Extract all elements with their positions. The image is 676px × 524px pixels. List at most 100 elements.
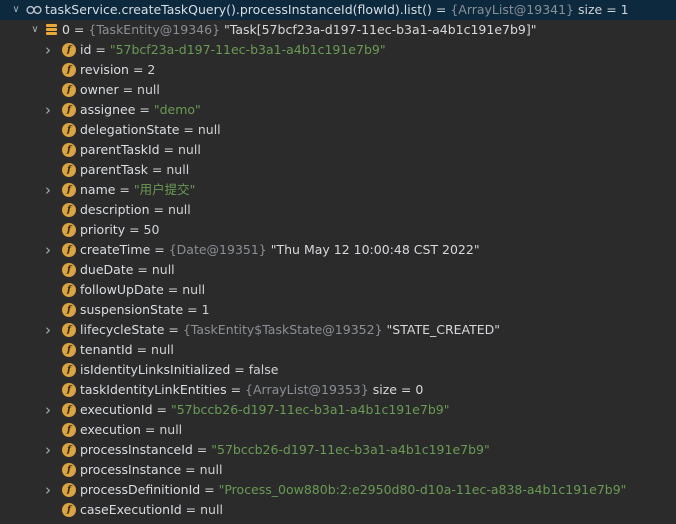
field-f-icon: f: [62, 223, 76, 237]
field-row-id[interactable]: › f id = "57bcf23a-d197-11ec-b3a1-a4b1c191…: [0, 40, 676, 60]
chevron-down-icon[interactable]: ∨: [29, 20, 41, 40]
field-row-execution[interactable]: f execution = null: [0, 420, 676, 440]
field-value: null: [167, 202, 191, 217]
field-value: null: [178, 142, 201, 157]
field-row-followUpDate[interactable]: f followUpDate = null: [0, 280, 676, 300]
equals-sign: =: [91, 42, 110, 57]
equals-sign: =: [230, 362, 249, 377]
field-f-icon: f: [62, 383, 76, 397]
equals-sign: =: [183, 302, 202, 317]
field-value: null: [159, 422, 183, 437]
field-name: createTime: [80, 242, 151, 257]
field-f-icon: f: [62, 163, 76, 177]
field-value: "57bccb26-d197-11ec-b3a1-a4b1c191e7b9": [211, 442, 490, 457]
watch-root-row[interactable]: ∨ taskService.createTaskQuery().processI…: [0, 0, 676, 20]
field-name: owner: [80, 82, 119, 97]
field-value: 50: [143, 222, 160, 237]
field-row-processDefinitionId[interactable]: › f processDefinitionId = "Process_0ow880b…: [0, 480, 676, 500]
element-ref: {TaskEntity@19346}: [88, 22, 221, 37]
field-f-icon: f: [62, 443, 76, 457]
equals-sign: =: [200, 482, 219, 497]
chevron-right-icon[interactable]: ›: [42, 100, 54, 120]
field-row-parentTaskId[interactable]: f parentTaskId = null: [0, 140, 676, 160]
field-row-executionId[interactable]: › f executionId = "57bccb26-d197-11ec-b3a1…: [0, 400, 676, 420]
field-name: name: [80, 182, 116, 197]
field-row-tenantId[interactable]: f tenantId = null: [0, 340, 676, 360]
chevron-right-icon[interactable]: ›: [42, 180, 54, 200]
watch-expression: taskService.createTaskQuery().processIns…: [45, 2, 432, 17]
field-name: assignee: [80, 102, 136, 117]
field-name: revision: [80, 62, 129, 77]
field-value: null: [151, 342, 174, 357]
chevron-right-icon[interactable]: ›: [42, 40, 54, 60]
field-row-createTime[interactable]: › f createTime = {Date@19351} "Thu May 12 …: [0, 240, 676, 260]
equals-sign: =: [164, 322, 183, 337]
field-row-taskIdentityLinkEntities[interactable]: f taskIdentityLinkEntities = {ArrayList@1…: [0, 380, 676, 400]
field-label: followUpDate = null: [80, 280, 205, 300]
field-row-suspensionState[interactable]: f suspensionState = 1: [0, 300, 676, 320]
field-row-processInstance[interactable]: f processInstance = null: [0, 460, 676, 480]
field-f-icon: f: [62, 263, 76, 277]
equals-sign: =: [115, 182, 134, 197]
field-label: revision = 2: [80, 60, 155, 80]
equals-sign: =: [147, 162, 167, 177]
field-label: processDefinitionId = "Process_0ow880b:2…: [80, 480, 626, 500]
field-name: executionId: [80, 402, 153, 417]
watch-ref: {ArrayList@19341}: [450, 2, 575, 17]
array-element-row[interactable]: ∨ 0 = {TaskEntity@19346} "Task[57bcf23a-…: [0, 20, 676, 40]
equals-sign: =: [181, 462, 200, 477]
field-label: delegationState = null: [80, 120, 221, 140]
field-row-assignee[interactable]: › f assignee = "demo": [0, 100, 676, 120]
field-label: parentTask = null: [80, 160, 189, 180]
field-row-delegationState[interactable]: f delegationState = null: [0, 120, 676, 140]
field-row-revision[interactable]: f revision = 2: [0, 60, 676, 80]
chevron-right-icon[interactable]: ›: [42, 240, 54, 260]
chevron-down-icon[interactable]: ∨: [10, 0, 22, 20]
field-row-priority[interactable]: f priority = 50: [0, 220, 676, 240]
field-name: delegationState: [80, 122, 180, 137]
field-label: description = null: [80, 200, 191, 220]
field-f-icon: f: [62, 43, 76, 57]
field-name: lifecycleState: [80, 322, 165, 337]
field-f-icon: f: [62, 503, 76, 517]
field-row-owner[interactable]: f owner = null: [0, 80, 676, 100]
equals-sign: =: [159, 142, 178, 157]
field-label: name = "用户提交": [80, 180, 195, 200]
chevron-right-icon[interactable]: ›: [42, 440, 54, 460]
equals-sign: =: [181, 502, 201, 517]
field-row-name[interactable]: › f name = "用户提交": [0, 180, 676, 200]
equals-sign: =: [132, 342, 152, 357]
equals-sign: =: [192, 442, 212, 457]
field-row-description[interactable]: f description = null: [0, 200, 676, 220]
field-value: null: [182, 282, 206, 297]
field-f-icon: f: [62, 483, 76, 497]
equals-sign: =: [69, 22, 89, 37]
equals-sign: =: [140, 422, 160, 437]
field-row-parentTask[interactable]: f parentTask = null: [0, 160, 676, 180]
field-value: "用户提交": [133, 182, 196, 197]
field-row-isIdentityLinksInitialized[interactable]: f isIdentityLinksInitialized = false: [0, 360, 676, 380]
field-row-caseExecutionId[interactable]: f caseExecutionId = null: [0, 500, 676, 520]
field-name: priority: [80, 222, 126, 237]
chevron-right-icon[interactable]: ›: [42, 480, 54, 500]
field-name: description: [80, 202, 150, 217]
field-name: processInstance: [80, 462, 182, 477]
equals-sign: =: [226, 382, 246, 397]
chevron-right-icon[interactable]: ›: [42, 400, 54, 420]
field-label: caseExecutionId = null: [80, 500, 223, 520]
field-name: dueDate: [80, 262, 134, 277]
element-index: 0: [62, 22, 70, 37]
field-row-processInstanceId[interactable]: › f processInstanceId = "57bccb26-d197-11e…: [0, 440, 676, 460]
equals-sign: =: [133, 262, 152, 277]
array-element-label: 0 = {TaskEntity@19346} "Task[57bcf23a-d1…: [62, 20, 536, 40]
field-row-lifecycleState[interactable]: › f lifecycleState = {TaskEntity$TaskState…: [0, 320, 676, 340]
equals-sign: =: [149, 202, 168, 217]
field-f-icon: f: [62, 83, 76, 97]
chevron-right-icon[interactable]: ›: [42, 320, 54, 340]
watch-root-label: taskService.createTaskQuery().processIns…: [45, 0, 629, 20]
field-f-icon: f: [62, 343, 76, 357]
field-row-dueDate[interactable]: f dueDate = null: [0, 260, 676, 280]
field-value: "demo": [153, 102, 201, 117]
equals-sign: =: [118, 82, 138, 97]
field-ref: {Date@19351}: [168, 242, 267, 257]
